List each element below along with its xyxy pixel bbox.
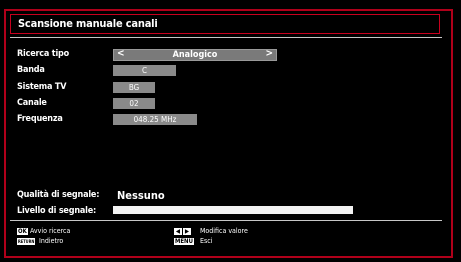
arrow-right-icon[interactable]: > — [265, 48, 273, 59]
menu-key-icon[interactable]: MENU — [174, 238, 194, 245]
ok-hint: Avvio ricerca — [30, 227, 71, 235]
signal-quality-label: Qualità di segnale: — [17, 190, 100, 200]
search-type-selector[interactable]: < Analogico > — [113, 48, 277, 61]
bottom-divider — [10, 220, 442, 221]
search-type-value: Analogico — [172, 50, 218, 60]
signal-quality-value: Nessuno — [117, 189, 165, 202]
frequency-label: Frequenza — [17, 114, 63, 124]
search-type-label: Ricerca tipo — [17, 49, 69, 59]
channel-label: Canale — [17, 98, 47, 108]
tv-system-label: Sistema TV — [17, 82, 67, 92]
band-label: Banda — [17, 65, 45, 75]
frequency-value[interactable]: 048.25 MHz — [113, 114, 197, 125]
tv-screen: Scansione manuale canali Ricerca tipo < … — [0, 0, 461, 262]
channel-value[interactable]: 02 — [113, 98, 155, 109]
left-arrow-key-icon[interactable]: ◀ — [174, 228, 182, 235]
return-hint: Indietro — [39, 237, 64, 245]
menu-hint: Esci — [200, 237, 213, 245]
right-arrow-key-icon[interactable]: ▶ — [183, 228, 191, 235]
return-key-icon[interactable]: RETURN — [17, 238, 36, 245]
signal-level-label: Livello di segnale: — [17, 206, 97, 216]
page-title: Scansione manuale canali — [18, 17, 158, 30]
ok-key-icon[interactable]: OK — [17, 228, 28, 235]
signal-level-bar — [113, 206, 353, 214]
top-divider — [10, 37, 442, 38]
tv-system-value[interactable]: BG — [113, 82, 155, 93]
band-value[interactable]: C — [113, 65, 176, 76]
arrows-hint: Modifica valore — [200, 227, 248, 235]
